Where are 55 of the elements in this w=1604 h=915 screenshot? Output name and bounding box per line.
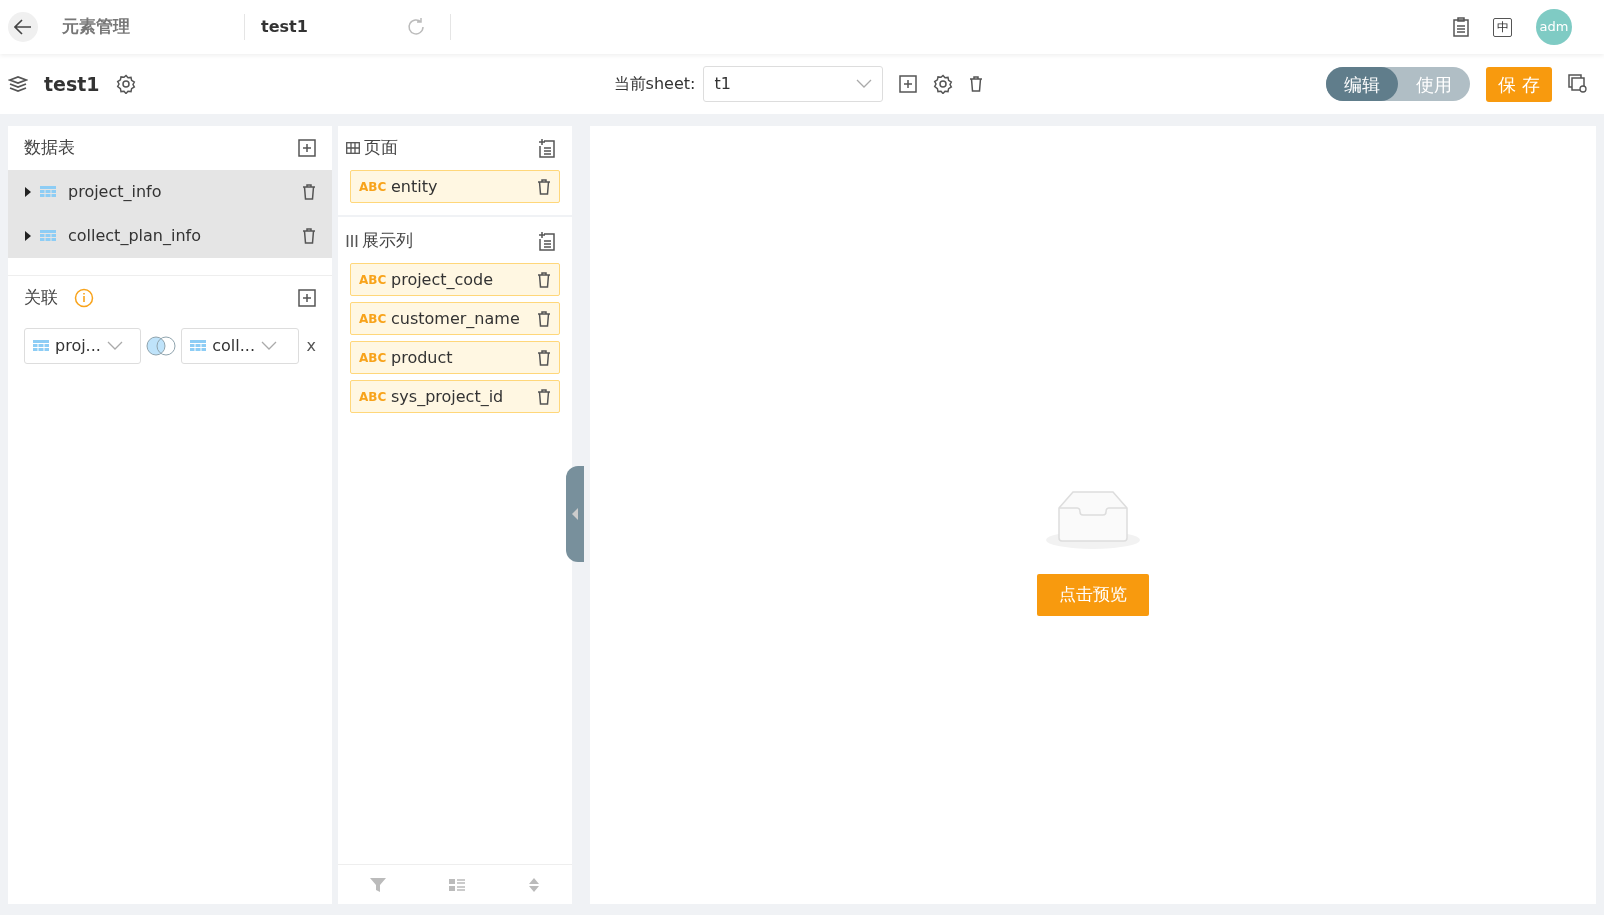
breadcrumb-link[interactable]: 元素管理 xyxy=(62,14,244,40)
trash-icon[interactable] xyxy=(537,388,551,405)
settings-icon[interactable] xyxy=(933,74,954,94)
panel-title: 关联 xyxy=(24,286,58,310)
info-icon xyxy=(74,288,94,308)
add-icon[interactable] xyxy=(298,139,316,157)
back-button[interactable] xyxy=(8,12,38,42)
language-button[interactable]: 中 xyxy=(1493,17,1512,37)
field-item[interactable]: ABC customer_name xyxy=(350,302,560,335)
tab-title[interactable]: test1 xyxy=(261,15,406,39)
layers-icon xyxy=(8,75,28,93)
trash-icon[interactable] xyxy=(302,184,316,200)
settings-icon[interactable] xyxy=(115,74,136,94)
add-icon[interactable] xyxy=(298,289,316,307)
field-item[interactable]: ABC project_code xyxy=(350,263,560,296)
table-icon xyxy=(190,340,207,352)
columns-icon xyxy=(346,234,358,248)
field-item[interactable]: ABC product xyxy=(350,341,560,374)
table-item[interactable]: project_info xyxy=(8,170,332,214)
add-icon[interactable] xyxy=(899,75,918,93)
table-select[interactable]: coll... xyxy=(181,328,299,364)
field-item[interactable]: ABC sys_project_id xyxy=(350,380,560,413)
table-icon xyxy=(33,340,49,352)
chevron-down-icon xyxy=(106,341,123,351)
trash-icon[interactable] xyxy=(537,271,551,288)
mode-tab[interactable]: 编辑 xyxy=(1326,67,1399,101)
sheet-label: 当前sheet: xyxy=(613,73,696,95)
caret-right-icon[interactable] xyxy=(24,231,32,241)
report-title: test1 xyxy=(44,71,100,97)
trash-icon[interactable] xyxy=(537,310,551,327)
remove-button[interactable]: x xyxy=(306,334,316,358)
chevron-down-icon xyxy=(856,79,873,89)
empty-inbox-icon xyxy=(1045,488,1141,550)
sheet-select[interactable]: t1 xyxy=(703,66,884,102)
section-title: 页面 xyxy=(364,136,398,160)
table-icon xyxy=(40,186,56,198)
add-field-icon[interactable] xyxy=(538,138,556,158)
section-title: 展示列 xyxy=(362,229,413,253)
table-icon xyxy=(40,230,56,242)
collapse-handle[interactable] xyxy=(566,466,584,562)
chevron-down-icon xyxy=(261,341,277,351)
field-item[interactable]: ABC entity xyxy=(350,170,560,203)
trash-icon[interactable] xyxy=(302,228,316,244)
grid-icon xyxy=(346,142,360,154)
caret-right-icon[interactable] xyxy=(24,187,32,197)
add-field-icon[interactable] xyxy=(538,231,556,251)
clipboard-icon[interactable] xyxy=(1453,17,1469,37)
table-select[interactable]: proj... xyxy=(24,328,142,364)
trash-icon[interactable] xyxy=(537,178,551,195)
back-arrow-icon xyxy=(14,19,32,35)
panel-title: 数据表 xyxy=(24,136,75,160)
copy-settings-icon[interactable] xyxy=(1568,74,1588,94)
trash-icon[interactable] xyxy=(537,349,551,366)
delete-icon[interactable] xyxy=(969,76,984,92)
table-item[interactable]: collect_plan_info xyxy=(8,214,332,258)
